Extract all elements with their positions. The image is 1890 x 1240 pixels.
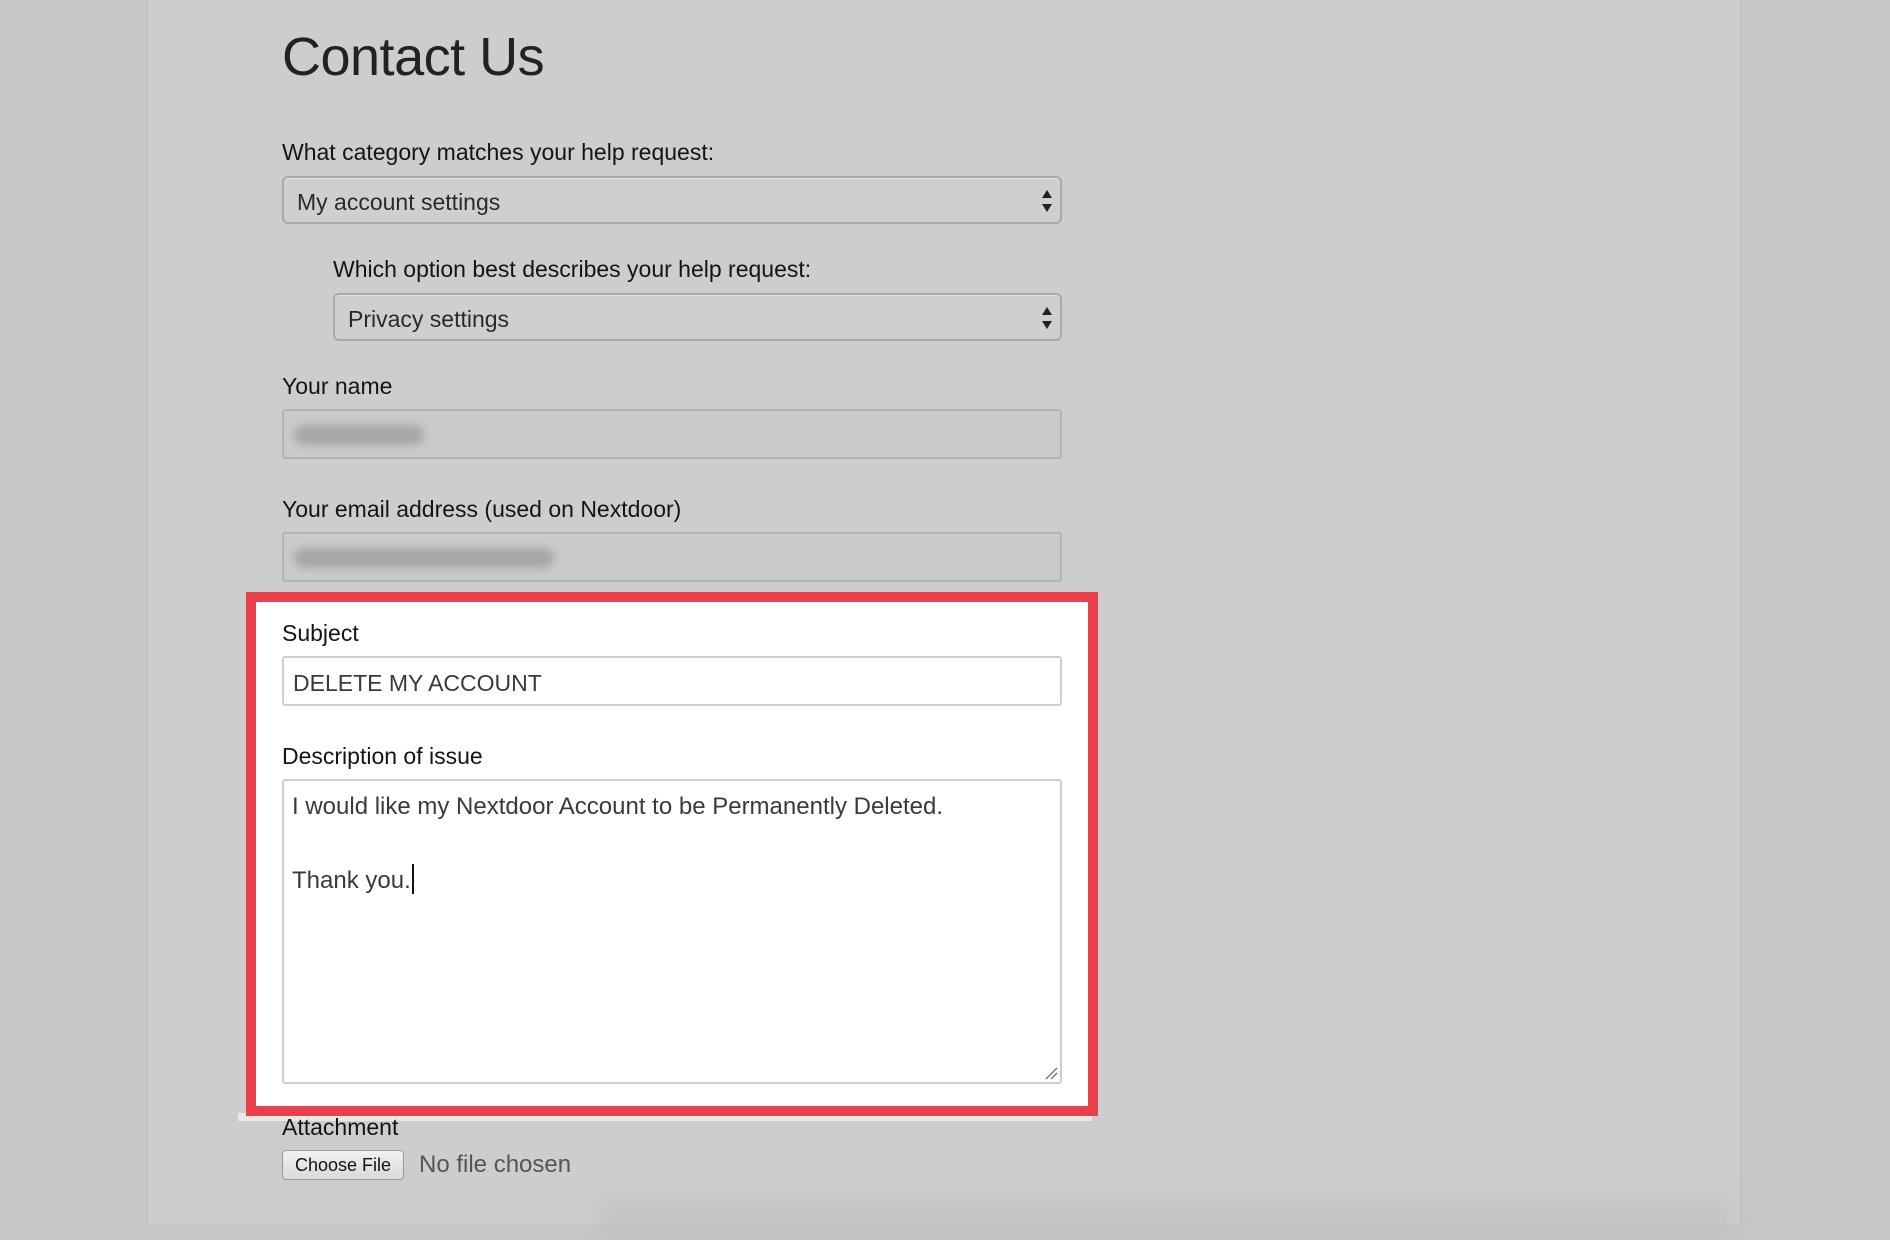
email-label: Your email address (used on Nextdoor): [282, 496, 682, 522]
description-line-2-wrap: Thank you.: [292, 864, 414, 895]
email-input[interactable]: [282, 532, 1062, 582]
subject-value: DELETE MY ACCOUNT: [293, 670, 542, 696]
description-textarea[interactable]: I would like my Nextdoor Account to be P…: [282, 779, 1062, 1084]
name-input[interactable]: [282, 409, 1062, 459]
redacted-email: [294, 548, 554, 568]
select-arrows-icon: [1042, 190, 1052, 212]
page-title: Contact Us: [282, 27, 545, 87]
name-label: Your name: [282, 373, 393, 399]
description-line-2: Thank you.: [292, 867, 411, 894]
description-label: Description of issue: [282, 743, 483, 769]
category-select-value: My account settings: [297, 189, 501, 215]
file-status: No file chosen: [419, 1151, 572, 1178]
resize-handle-icon[interactable]: [1044, 1066, 1058, 1080]
category-label: What category matches your help request:: [282, 139, 715, 165]
description-line-1: I would like my Nextdoor Account to be P…: [292, 793, 943, 820]
redacted-name: [294, 425, 424, 445]
attachment-label: Attachment: [282, 1114, 399, 1140]
subject-input[interactable]: DELETE MY ACCOUNT: [282, 656, 1062, 706]
choose-file-button[interactable]: Choose File: [282, 1150, 405, 1180]
select-arrows-icon: [1042, 307, 1052, 329]
text-caret: [411, 864, 414, 894]
subject-label: Subject: [282, 620, 359, 646]
option-select[interactable]: Privacy settings: [333, 293, 1062, 341]
option-label: Which option best describes your help re…: [333, 256, 812, 282]
bottom-shadow: [600, 1200, 1730, 1240]
category-select[interactable]: My account settings: [282, 176, 1062, 224]
option-select-value: Privacy settings: [348, 306, 510, 332]
